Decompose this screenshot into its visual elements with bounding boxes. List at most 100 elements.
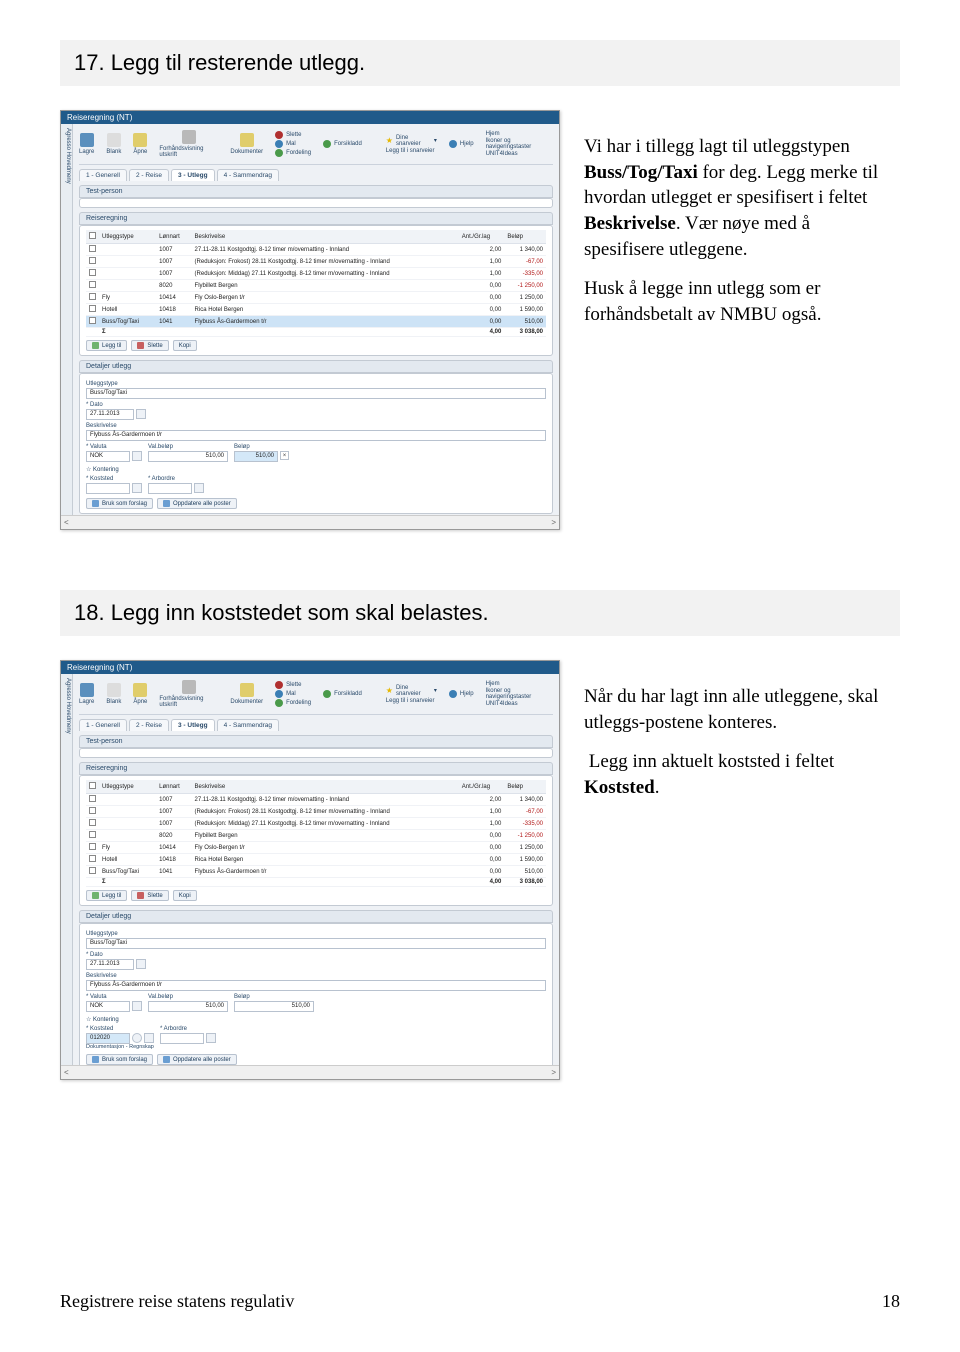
table-row[interactable]: 8020Flybillett Bergen0,00-1 250,00 <box>86 280 546 292</box>
valuta-lookup-icon[interactable] <box>132 451 142 461</box>
tab-sammendrag[interactable]: 4 - Sammendrag <box>217 719 279 731</box>
scroll-left-icon[interactable]: < <box>64 1068 69 1077</box>
tool-hjem[interactable]: Hjem <box>486 681 553 687</box>
table-row[interactable]: 100727.11-28.11 Kostgodtgj. 8-12 timer m… <box>86 244 546 256</box>
tool-mal[interactable]: Mal <box>275 690 311 698</box>
row-checkbox[interactable] <box>89 281 96 288</box>
table-row[interactable]: Buss/Tog/Taxi1041Flybuss Ås-Gardermoen t… <box>86 866 546 878</box>
side-menu-label[interactable]: Agresso Hovedmeny <box>61 124 73 515</box>
clear-icon[interactable]: × <box>280 451 289 460</box>
scroll-left-icon[interactable]: < <box>64 518 69 527</box>
select-all-checkbox[interactable] <box>89 232 96 239</box>
btn-bruk-forslag[interactable]: Bruk som forslag <box>86 498 153 509</box>
scroll-right-icon[interactable]: > <box>551 518 556 527</box>
tool-dokumenter[interactable]: Dokumenter <box>230 683 263 705</box>
btn-oppdatere[interactable]: Oppdatere alle poster <box>157 498 237 509</box>
btn-bruk-forslag[interactable]: Bruk som forslag <box>86 1054 153 1065</box>
tool-dine-snarveier[interactable]: ★Dine snarveier▾ <box>386 135 437 147</box>
calendar-icon[interactable] <box>136 959 146 969</box>
utleggstype-field[interactable]: Buss/Tog/Taxi <box>86 938 546 949</box>
calendar-icon[interactable] <box>136 409 146 419</box>
tool-unit4[interactable]: UNIT4Ideas <box>486 151 553 157</box>
scroll-right-icon[interactable]: > <box>551 1068 556 1077</box>
btn-oppdatere[interactable]: Oppdatere alle poster <box>157 1054 237 1065</box>
tool-slette[interactable]: Slette <box>275 131 311 139</box>
table-row[interactable]: 1007(Reduksjon: Middag) 27.11 Kostgodtgj… <box>86 818 546 830</box>
koststed-lookup-icon[interactable] <box>132 483 142 493</box>
row-checkbox[interactable] <box>89 269 96 276</box>
section-testperson[interactable]: Test-person <box>79 185 553 198</box>
tool-apne[interactable]: Åpne <box>133 683 147 705</box>
row-checkbox[interactable] <box>89 855 96 862</box>
dato-field[interactable]: 27.11.2013 <box>86 409 134 420</box>
scrollbar[interactable]: <> <box>61 1065 559 1079</box>
tool-forhand[interactable]: Forhåndsvisning utskrift <box>159 130 218 158</box>
tool-hjelp[interactable]: Hjelp <box>449 690 474 698</box>
valuta-field[interactable]: NOK <box>86 451 130 462</box>
table-row[interactable]: Fly10414Fly Oslo-Bergen t/r0,001 250,00 <box>86 842 546 854</box>
side-menu-label[interactable]: Agresso Hovedmeny <box>61 674 73 1065</box>
tab-reise[interactable]: 2 - Reise <box>129 719 169 731</box>
koststed-field[interactable] <box>86 483 130 494</box>
row-checkbox[interactable] <box>89 293 96 300</box>
table-row[interactable]: Hotell10418Rica Hotel Bergen0,001 590,00 <box>86 854 546 866</box>
tool-lagre[interactable]: Lagre <box>79 683 94 705</box>
tool-fordeling[interactable]: Fordeling <box>275 699 311 707</box>
tab-generell[interactable]: 1 - Generell <box>79 169 127 181</box>
table-row[interactable]: Fly10414Fly Oslo-Bergen t/r0,001 250,00 <box>86 292 546 304</box>
belop-field[interactable]: 510,00 <box>234 451 278 462</box>
select-all-checkbox[interactable] <box>89 782 96 789</box>
row-checkbox[interactable] <box>89 795 96 802</box>
tab-sammendrag[interactable]: 4 - Sammendrag <box>217 169 279 181</box>
row-checkbox[interactable] <box>89 843 96 850</box>
tool-unit4[interactable]: UNIT4Ideas <box>486 701 553 707</box>
tool-dokumenter[interactable]: Dokumenter <box>230 133 263 155</box>
koststed-lookup-icon[interactable] <box>144 1033 154 1043</box>
arbordre-lookup-icon[interactable] <box>194 483 204 493</box>
dato-field[interactable]: 27.11.2013 <box>86 959 134 970</box>
btn-leggtil[interactable]: Legg til <box>86 340 127 351</box>
btn-kopi[interactable]: Kopi <box>173 340 197 351</box>
tool-slette[interactable]: Slette <box>275 681 311 689</box>
arbordre-lookup-icon[interactable] <box>206 1033 216 1043</box>
tool-hjem[interactable]: Hjem <box>486 131 553 137</box>
section-kontering[interactable]: ☆ Kontering <box>86 466 546 473</box>
tool-fordeling[interactable]: Fordeling <box>275 149 311 157</box>
tool-blank[interactable]: Blank <box>106 133 121 155</box>
btn-kopi[interactable]: Kopi <box>173 890 197 901</box>
table-row[interactable]: 100727.11-28.11 Kostgodtgj. 8-12 timer m… <box>86 794 546 806</box>
btn-slette[interactable]: Slette <box>131 890 168 901</box>
tool-ikoner[interactable]: Ikoner og navigeringstaster <box>486 688 553 700</box>
tool-mal[interactable]: Mal <box>275 140 311 148</box>
table-row[interactable]: Buss/Tog/Taxi1041Flybuss Ås-Gardermoen t… <box>86 316 546 328</box>
tool-forhand[interactable]: Forhåndsvisning utskrift <box>159 680 218 708</box>
row-checkbox[interactable] <box>89 317 96 324</box>
section-testperson[interactable]: Test-person <box>79 735 553 748</box>
tool-forsikladd[interactable]: Forsikladd <box>323 140 362 148</box>
table-row[interactable]: Hotell10418Rica Hotel Bergen0,001 590,00 <box>86 304 546 316</box>
utleggstype-field[interactable]: Buss/Tog/Taxi <box>86 388 546 399</box>
row-checkbox[interactable] <box>89 831 96 838</box>
koststed-field[interactable]: 012020 <box>86 1033 130 1044</box>
section-kontering[interactable]: ☆ Kontering <box>86 1016 546 1023</box>
valbelop-field[interactable]: 510,00 <box>148 451 228 462</box>
row-checkbox[interactable] <box>89 807 96 814</box>
search-icon[interactable] <box>132 1033 142 1043</box>
tab-utlegg[interactable]: 3 - Utlegg <box>171 719 215 731</box>
valuta-field[interactable]: NOK <box>86 1001 130 1012</box>
row-checkbox[interactable] <box>89 819 96 826</box>
tool-hjelp[interactable]: Hjelp <box>449 140 474 148</box>
valbelop-field[interactable]: 510,00 <box>148 1001 228 1012</box>
tool-forsikladd[interactable]: Forsikladd <box>323 690 362 698</box>
tool-dine-snarveier[interactable]: ★Dine snarveier▾ <box>386 685 437 697</box>
table-row[interactable]: 8020Flybillett Bergen0,00-1 250,00 <box>86 830 546 842</box>
tool-apne[interactable]: Åpne <box>133 133 147 155</box>
tool-lagre[interactable]: Lagre <box>79 133 94 155</box>
tool-ikoner[interactable]: Ikoner og navigeringstaster <box>486 138 553 150</box>
belop-field[interactable]: 510,00 <box>234 1001 314 1012</box>
btn-slette[interactable]: Slette <box>131 340 168 351</box>
beskrivelse-field[interactable]: Flybuss Ås-Gardermoen t/r <box>86 430 546 441</box>
btn-leggtil[interactable]: Legg til <box>86 890 127 901</box>
beskrivelse-field[interactable]: Flybuss Ås-Gardermoen t/r <box>86 980 546 991</box>
tool-leggtil-snarveier[interactable]: Legg til i snarveier <box>386 698 437 704</box>
